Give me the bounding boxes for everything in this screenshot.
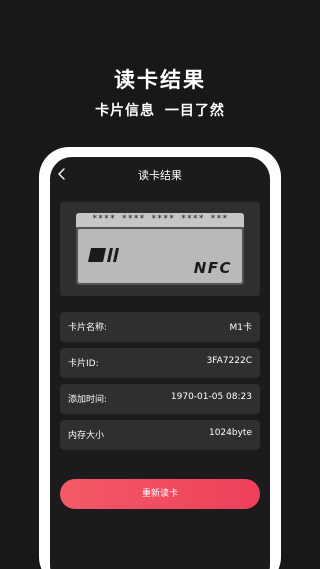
card-number-strip: **** **** **** **** *** bbox=[76, 213, 244, 227]
info-label: 卡片名称: bbox=[68, 323, 108, 333]
info-value: 3FA7222C bbox=[206, 356, 252, 366]
phone-screen: 读卡结果 **** **** **** **** *** NFC 卡片名称: M… bbox=[50, 157, 270, 569]
info-value: M1卡 bbox=[229, 323, 253, 333]
info-row-memory-size: 内存大小 1024byte bbox=[60, 420, 260, 450]
info-row-added-time: 添加时间: 1970-01-05 08:23 bbox=[60, 384, 260, 414]
card-number: **** **** **** **** *** bbox=[91, 214, 229, 224]
nfc-badge: NFC bbox=[193, 259, 232, 277]
info-label: 内存大小 bbox=[68, 431, 105, 441]
info-row-card-id: 卡片ID: 3FA7222C bbox=[60, 348, 260, 378]
info-value: 1970-01-05 08:23 bbox=[170, 392, 252, 402]
app-screen: 读卡结果 卡片信息 一目了然 读卡结果 **** **** **** **** … bbox=[0, 0, 320, 569]
nav-bar: 读卡结果 bbox=[50, 157, 270, 193]
nfc-card-image: **** **** **** **** *** NFC bbox=[76, 213, 244, 285]
card-body: NFC bbox=[78, 229, 242, 283]
page-title: 读卡结果 bbox=[138, 169, 182, 182]
info-value: 1024byte bbox=[208, 428, 252, 438]
promo-title: 读卡结果 bbox=[114, 68, 206, 92]
reread-card-button[interactable]: 重新读卡 bbox=[60, 479, 260, 509]
promo-subtitle: 卡片信息 一目了然 bbox=[95, 103, 225, 119]
info-row-card-name: 卡片名称: M1卡 bbox=[60, 312, 260, 342]
card-preview-panel: **** **** **** **** *** NFC bbox=[60, 202, 260, 296]
info-label: 添加时间: bbox=[68, 395, 108, 405]
card-stripes-icon bbox=[88, 248, 119, 262]
info-label: 卡片ID: bbox=[68, 359, 99, 369]
